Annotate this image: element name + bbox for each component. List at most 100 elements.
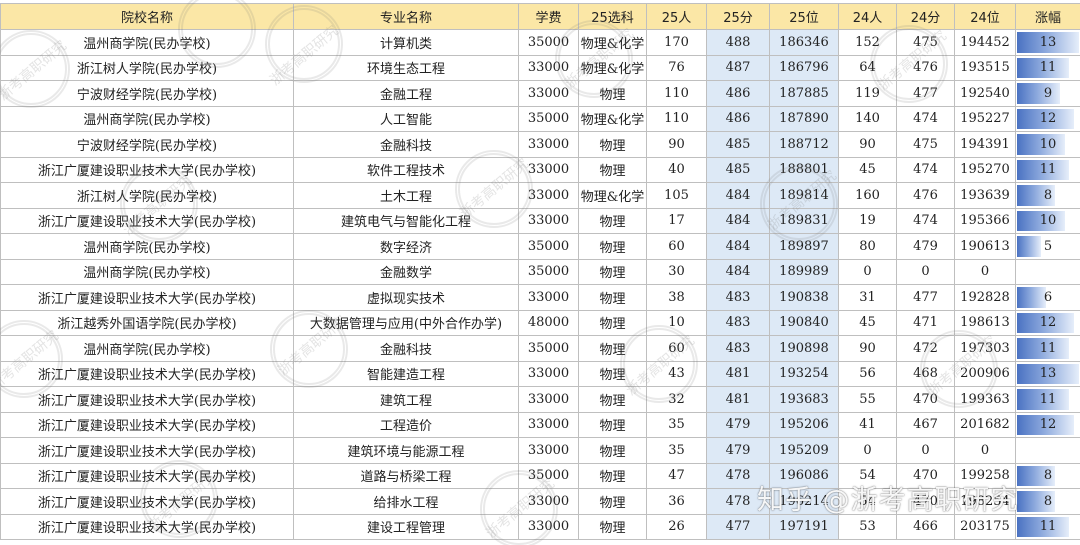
subject-cell: 物理 [578,80,647,107]
rank-2024-cell: 190613 [954,233,1016,260]
major-cell: 计算机类 [293,29,519,56]
score-2024-cell: 0 [896,258,955,285]
rise-cell: 9 [1015,80,1080,107]
enroll-2024-cell: 119 [838,80,897,107]
subject-cell: 物理 [578,156,647,183]
score-2024-cell: 468 [896,360,955,387]
score-2024-cell: 470 [896,386,955,413]
rise-value: 13 [1039,366,1057,382]
subject-cell: 物理 [578,309,647,336]
score-2025-cell: 488 [706,29,770,56]
tuition-cell: 35000 [518,105,579,132]
column-header: 24分 [896,3,955,30]
subject-cell: 物理&化学 [578,29,647,56]
rank-2024-cell: 0 [954,258,1016,285]
rise-cell: 12 [1015,411,1080,438]
school-cell: 宁波财经学院(民办学校) [0,80,294,107]
table-header-row: 院校名称 专业名称 学费 25选科 25人 25分 25位 24人 24分 24位 涨幅 [0,3,1080,30]
rise-value: 6 [1043,289,1053,305]
score-2024-cell: 474 [896,207,955,234]
tuition-cell: 33000 [518,513,579,540]
enroll-2024-cell: 53 [838,513,897,540]
table-row: 宁波财经学院(民办学校) 金融科技 33000 物理 90 485 188712 90 475 1… [0,131,1080,158]
score-2025-cell: 483 [706,309,770,336]
rise-cell: 10 [1015,207,1080,234]
enroll-2024-cell: 90 [838,335,897,362]
school-cell: 浙江广厦建设职业技术大学(民办学校) [0,284,294,311]
enroll-2025-cell: 26 [646,513,707,540]
major-cell: 人工智能 [293,105,519,132]
school-cell: 浙江广厦建设职业技术大学(民办学校) [0,156,294,183]
score-2025-cell: 484 [706,233,770,260]
column-header: 25分 [706,3,770,30]
rise-cell: 11 [1015,54,1080,81]
table-row: 温州商学院(民办学校) 人工智能 35000 物理&化学 110 486 187890 140… [0,105,1080,132]
rank-2025-cell: 188801 [769,156,839,183]
enroll-2025-cell: 17 [646,207,707,234]
column-header: 24人 [838,3,897,30]
rank-2024-cell: 195227 [954,105,1016,132]
rise-cell: 6 [1015,284,1080,311]
major-cell: 数字经济 [293,233,519,260]
table-row: 温州商学院(民办学校) 数字经济 35000 物理 60 484 189897 80 479 19… [0,233,1080,260]
school-cell: 浙江广厦建设职业技术大学(民办学校) [0,360,294,387]
enroll-2024-cell: 55 [838,386,897,413]
enroll-2025-cell: 105 [646,182,707,209]
rise-cell: 13 [1015,29,1080,56]
enroll-2024-cell: 160 [838,182,897,209]
enroll-2024-cell: 54 [838,462,897,489]
table-row: 浙江广厦建设职业技术大学(民办学校) 给排水工程 33000 物理 36 478 19621… [0,488,1080,515]
major-cell: 建筑电气与智能化工程 [293,207,519,234]
table-row: 宁波财经学院(民办学校) 金融工程 33000 物理 110 486 187885 119 47… [0,80,1080,107]
major-cell: 道路与桥梁工程 [293,462,519,489]
rank-2024-cell: 198613 [954,309,1016,336]
subject-cell: 物理 [578,335,647,362]
tuition-cell: 33000 [518,488,579,515]
tuition-cell: 33000 [518,80,579,107]
subject-cell: 物理 [578,437,647,464]
tuition-cell: 33000 [518,284,579,311]
rank-2024-cell: 199258 [954,462,1016,489]
score-2025-cell: 481 [706,360,770,387]
enroll-2024-cell: 152 [838,29,897,56]
enroll-2025-cell: 47 [646,462,707,489]
rise-cell: 11 [1015,335,1080,362]
school-cell: 浙江广厦建设职业技术大学(民办学校) [0,411,294,438]
subject-cell: 物理&化学 [578,105,647,132]
rise-value: 13 [1039,34,1057,50]
tuition-cell: 33000 [518,437,579,464]
score-2025-cell: 484 [706,207,770,234]
score-2024-cell: 479 [896,233,955,260]
rank-2025-cell: 189814 [769,182,839,209]
score-2024-cell: 475 [896,29,955,56]
column-header: 专业名称 [293,3,519,30]
rise-cell: 8 [1015,182,1080,209]
enroll-2024-cell: 90 [838,131,897,158]
rise-value: 8 [1043,468,1053,484]
score-2025-cell: 485 [706,131,770,158]
subject-cell: 物理 [578,284,647,311]
score-2025-cell: 483 [706,284,770,311]
rise-value: 12 [1039,417,1057,433]
rank-2025-cell: 189831 [769,207,839,234]
school-cell: 浙江越秀外国语学院(民办学校) [0,309,294,336]
tuition-cell: 48000 [518,309,579,336]
rise-value: 11 [1039,340,1057,356]
score-2024-cell: 475 [896,131,955,158]
column-header: 涨幅 [1015,3,1080,30]
column-header: 24位 [954,3,1016,30]
enroll-2024-cell: 80 [838,233,897,260]
table-row: 浙江广厦建设职业技术大学(民办学校) 道路与桥梁工程 35000 物理 47 478 196… [0,462,1080,489]
enroll-2025-cell: 38 [646,284,707,311]
school-cell: 温州商学院(民办学校) [0,258,294,285]
enroll-2024-cell: 140 [838,105,897,132]
school-cell: 浙江广厦建设职业技术大学(民办学校) [0,386,294,413]
table-row: 浙江广厦建设职业技术大学(民办学校) 工程造价 33000 物理 35 479 195206… [0,411,1080,438]
score-2025-cell: 479 [706,411,770,438]
score-2024-cell: 470 [896,488,955,515]
major-cell: 金融科技 [293,335,519,362]
rise-value: 11 [1039,391,1057,407]
score-2025-cell: 478 [706,462,770,489]
subject-cell: 物理 [578,411,647,438]
tuition-cell: 33000 [518,156,579,183]
